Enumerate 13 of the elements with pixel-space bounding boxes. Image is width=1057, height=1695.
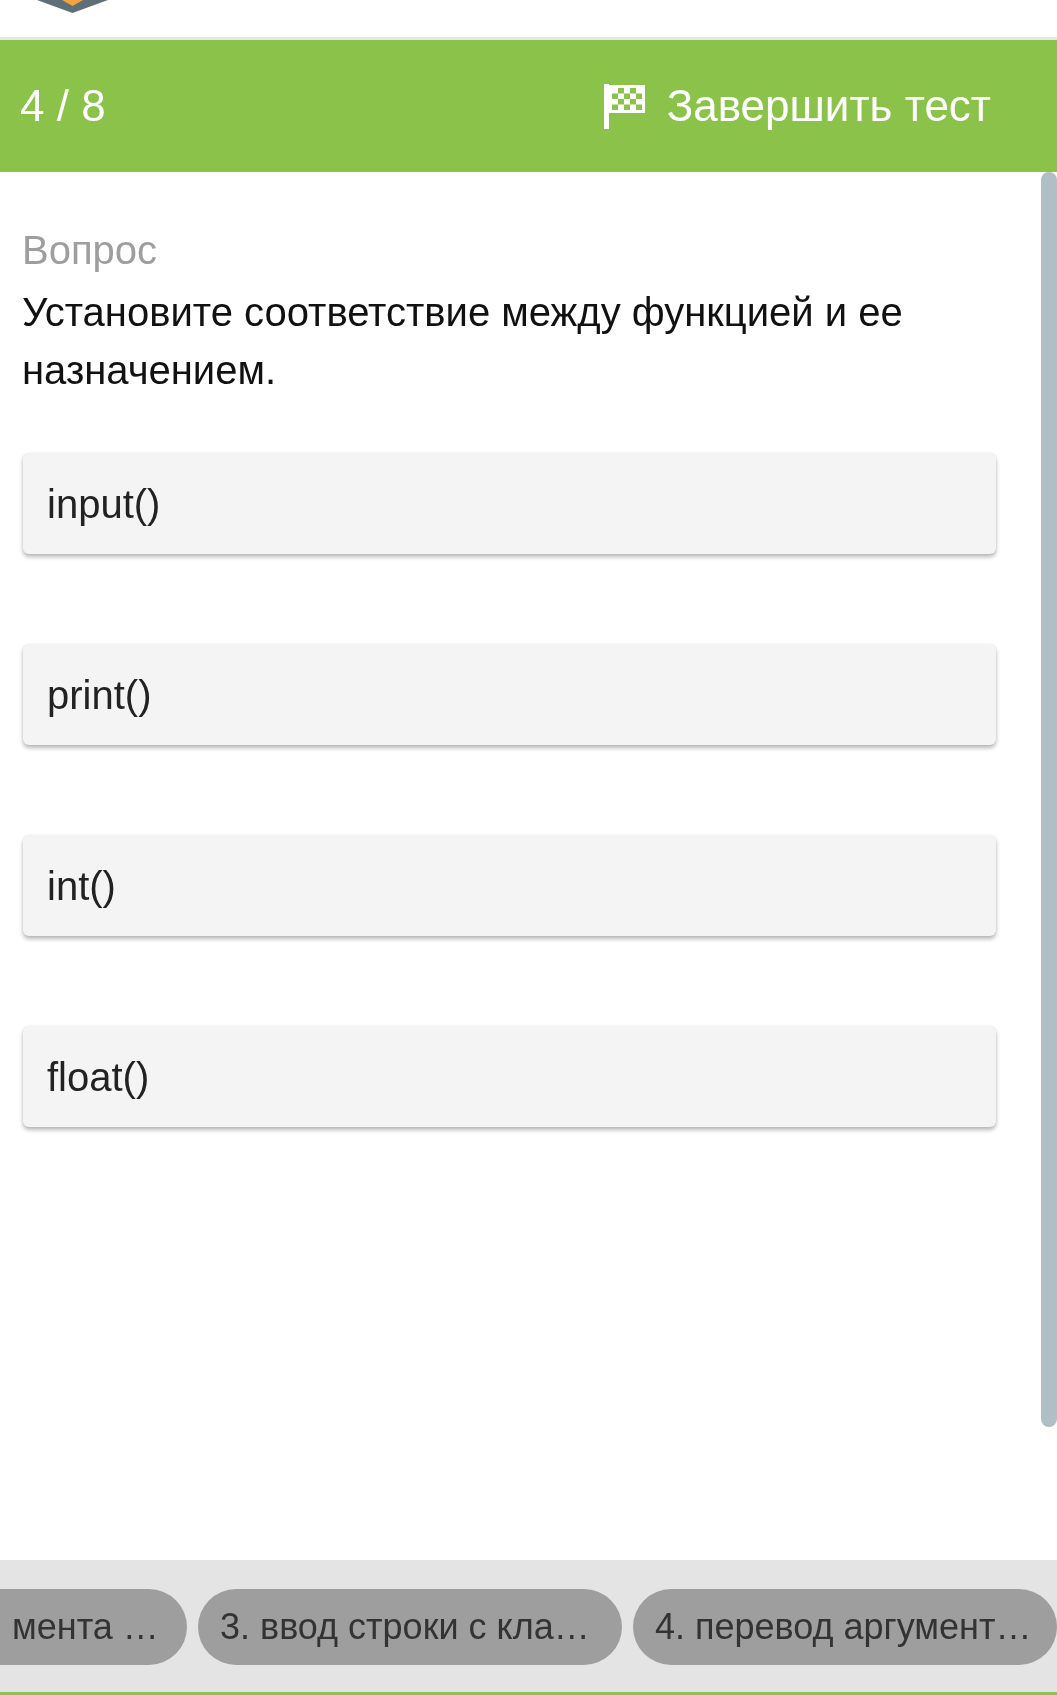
logo-icon xyxy=(37,0,108,13)
answer-tab[interactable]: 3. ввод строки с кла… xyxy=(198,1589,622,1665)
function-card[interactable]: float() xyxy=(23,1026,996,1127)
function-card[interactable]: int() xyxy=(23,835,996,936)
question-heading: Вопрос xyxy=(22,227,159,274)
answer-tab[interactable]: 4. перевод аргумент… xyxy=(633,1589,1057,1665)
function-card[interactable]: print() xyxy=(23,644,996,745)
scrollbar-thumb[interactable] xyxy=(1041,172,1057,1427)
question-counter: 4 / 8 xyxy=(20,80,106,132)
checkered-flag-icon xyxy=(603,83,645,129)
question-text: Установите соответствие между функцией и ее назначением. xyxy=(22,289,904,394)
answer-tab[interactable]: мента … xyxy=(0,1589,187,1665)
function-card[interactable]: input() xyxy=(23,453,996,554)
